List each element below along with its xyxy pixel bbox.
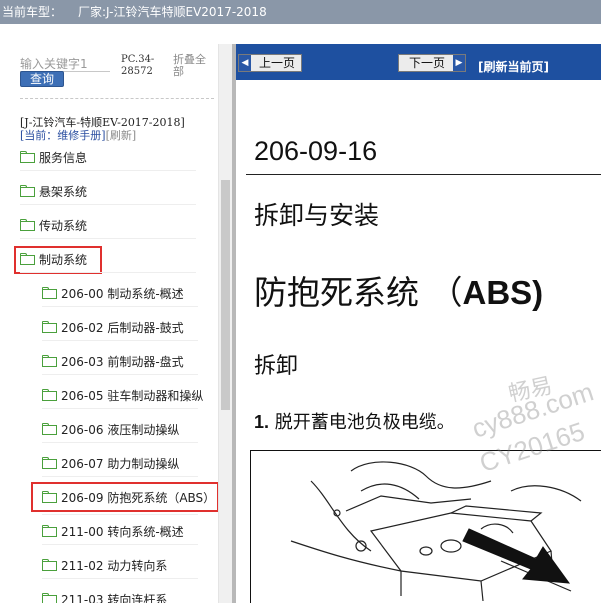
tree-item-206-05[interactable]: 206-05 驻车制动器和操纵 (42, 384, 203, 406)
current-model-label: 当前车型： (2, 5, 63, 19)
keyword-input[interactable] (20, 56, 110, 72)
prev-page-button[interactable]: ◀ 上一页 (238, 54, 302, 72)
row-divider (42, 306, 198, 307)
tree-item-label: 211-02 动力转向系 (61, 558, 168, 573)
breadcrumb: [J-江铃汽车-特顺EV-2017-2018] [当前：维修手册][刷新] (20, 116, 220, 142)
battery-illustration (250, 450, 601, 603)
section-heading: 拆卸 (254, 354, 299, 379)
row-divider (42, 374, 198, 375)
folder-icon (42, 525, 57, 537)
row-divider (20, 238, 196, 239)
refresh-page-link[interactable]: [刷新当前页] (478, 58, 549, 75)
page-nav-bar: ◀ 上一页 下一页 ▶ [刷新当前页] (236, 44, 601, 80)
tree-item-206-07[interactable]: 206-07 助力制动操纵 (42, 452, 179, 474)
tree-item-206-06[interactable]: 206-06 液压制动操纵 (42, 418, 179, 440)
step-number: 1. (254, 412, 270, 432)
header-rule (246, 174, 601, 175)
header-gap (0, 24, 601, 44)
sidebar-scroll-thumb[interactable] (221, 180, 230, 410)
tree-item-label: 206-00 制动系统-概述 (61, 286, 184, 301)
row-divider (20, 170, 196, 171)
query-button[interactable]: 查询 (20, 71, 64, 87)
window-title-bar: 当前车型： 厂家:J-江铃汽车特顺EV2017-2018 (0, 0, 601, 24)
folder-icon (42, 423, 57, 435)
step-text: 脱开蓄电池负极电缆。 (274, 412, 455, 433)
document-viewer: ◀ 上一页 下一页 ▶ [刷新当前页] 206-09-16 拆卸与安装 防抱死系… (236, 44, 601, 603)
folder-icon (42, 559, 57, 571)
breadcrumb-refresh[interactable]: [刷新] (106, 129, 137, 142)
tree-item-206-02[interactable]: 206-02 后制动器-鼓式 (42, 316, 184, 338)
tree-item-label: 传动系统 (39, 218, 88, 233)
tree-item-label: 悬架系统 (39, 184, 88, 199)
tree-item-211-00[interactable]: 211-00 转向系统-概述 (42, 520, 184, 542)
tree-item-label: 206-06 液压制动操纵 (61, 422, 180, 437)
doc-title-abs: ABS) (462, 274, 544, 311)
search-separator (20, 98, 214, 99)
doc-title-cn: 防抱死系统 （ (254, 273, 463, 312)
folder-icon (42, 287, 57, 299)
tree-item-211-03[interactable]: 211-03 转向连杆系 (42, 588, 167, 603)
doc-title: 防抱死系统 （ABS) (254, 266, 543, 314)
folder-icon (42, 389, 57, 401)
row-divider (42, 544, 198, 545)
breadcrumb-vehicle: [J-江铃汽车-特顺EV-2017-2018] (20, 116, 185, 129)
tree-item-label: 206-03 前制动器-盘式 (61, 354, 184, 369)
manufacturer-label: 厂家:J-江铃汽车特顺EV2017-2018 (78, 5, 267, 19)
tree-item-206-00[interactable]: 206-00 制动系统-概述 (42, 282, 184, 304)
row-divider (20, 272, 196, 273)
fold-all-link[interactable]: 折叠全部 (173, 54, 213, 78)
folder-icon (42, 355, 57, 367)
search-row: 查询 PC.34-28572 折叠全部 (0, 44, 232, 96)
tree-item-service-info[interactable]: 服务信息 (20, 146, 87, 168)
row-divider (42, 408, 198, 409)
tree-item-206-03[interactable]: 206-03 前制动器-盘式 (42, 350, 184, 372)
tree-item-label: 206-07 助力制动操纵 (61, 456, 180, 471)
row-divider (42, 340, 198, 341)
folder-icon (20, 151, 35, 163)
tree-item-label: 206-05 驻车制动器和操纵 (61, 388, 204, 403)
tree-item-drivetrain[interactable]: 传动系统 (20, 214, 87, 236)
row-divider (42, 442, 198, 443)
battery-line-drawing (290, 461, 582, 602)
tree-item-label: 211-03 转向连杆系 (61, 592, 168, 603)
tree-item-label: 206-02 后制动器-鼓式 (61, 320, 184, 335)
row-divider (20, 204, 196, 205)
section-number: 206-09-16 (254, 136, 378, 166)
sidebar: 查询 PC.34-28572 折叠全部 [J-江铃汽车-特顺EV-2017-20… (0, 44, 232, 603)
arrow-left-icon: ◀ (239, 55, 251, 71)
folder-icon (42, 321, 57, 333)
folder-icon (42, 457, 57, 469)
tree-item-suspension[interactable]: 悬架系统 (20, 180, 87, 202)
tree-item-label: 211-00 转向系统-概述 (61, 524, 184, 539)
tree-item-label: 服务信息 (39, 150, 88, 165)
tree-item-211-02[interactable]: 211-02 动力转向系 (42, 554, 167, 576)
row-divider (42, 514, 198, 515)
folder-icon (20, 219, 35, 231)
highlight-box-206-09 (31, 482, 219, 512)
breadcrumb-current[interactable]: [当前：维修手册] (20, 129, 106, 142)
row-divider (42, 476, 198, 477)
highlight-box-brake-system (14, 246, 102, 274)
folder-icon (42, 593, 57, 603)
row-divider (42, 578, 198, 579)
arrow-right-icon: ▶ (453, 55, 465, 71)
next-page-button[interactable]: 下一页 ▶ (398, 54, 466, 72)
folder-icon (20, 185, 35, 197)
step-1: 1. 脱开蓄电池负极电缆。 (254, 408, 455, 434)
doc-subtitle: 拆卸与安装 (254, 201, 380, 230)
pc-id-label: PC.34-28572 (121, 54, 155, 77)
